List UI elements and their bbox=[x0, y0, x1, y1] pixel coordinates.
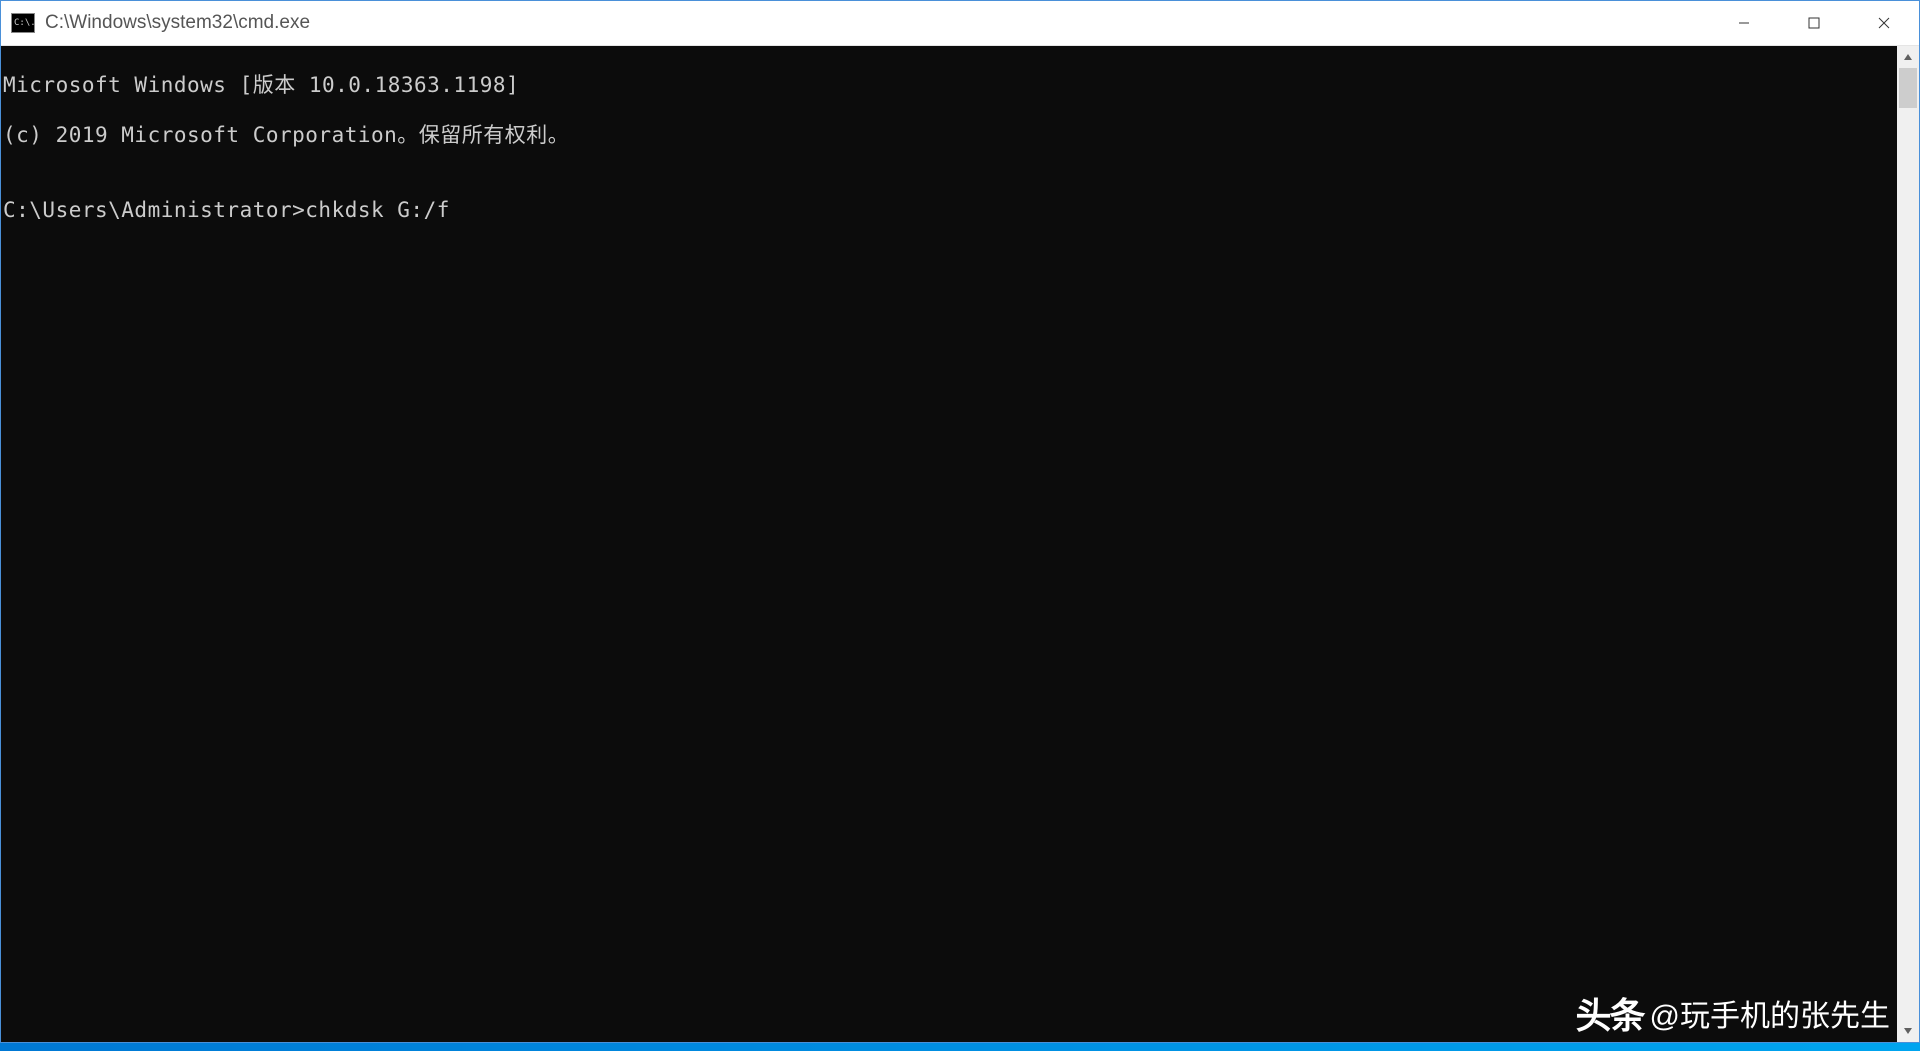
watermark-handle: @玩手机的张先生 bbox=[1650, 991, 1890, 1035]
scroll-track[interactable] bbox=[1897, 68, 1919, 1020]
cmd-window: C:\. C:\Windows\system32\cmd.exe Microso… bbox=[0, 0, 1920, 1043]
scroll-down-arrow[interactable] bbox=[1897, 1020, 1919, 1042]
close-button[interactable] bbox=[1849, 1, 1919, 45]
minimize-button[interactable] bbox=[1709, 1, 1779, 45]
scroll-up-arrow[interactable] bbox=[1897, 46, 1919, 68]
cmd-icon: C:\. bbox=[11, 13, 35, 33]
console-output[interactable]: Microsoft Windows [版本 10.0.18363.1198] (… bbox=[1, 46, 1897, 1042]
console-line: (c) 2019 Microsoft Corporation。保留所有权利。 bbox=[3, 123, 1897, 148]
watermark: 头条 @玩手机的张先生 bbox=[1576, 987, 1890, 1039]
vertical-scrollbar[interactable] bbox=[1897, 46, 1919, 1042]
console-line: Microsoft Windows [版本 10.0.18363.1198] bbox=[3, 73, 1897, 98]
console-area: Microsoft Windows [版本 10.0.18363.1198] (… bbox=[1, 46, 1919, 1042]
maximize-button[interactable] bbox=[1779, 1, 1849, 45]
window-controls bbox=[1709, 1, 1919, 45]
scroll-thumb[interactable] bbox=[1899, 68, 1917, 108]
window-title: C:\Windows\system32\cmd.exe bbox=[45, 12, 310, 34]
watermark-logo: 头条 bbox=[1576, 987, 1644, 1039]
titlebar[interactable]: C:\. C:\Windows\system32\cmd.exe bbox=[1, 1, 1919, 46]
console-prompt-line: C:\Users\Administrator>chkdsk G:/f bbox=[3, 198, 1897, 223]
